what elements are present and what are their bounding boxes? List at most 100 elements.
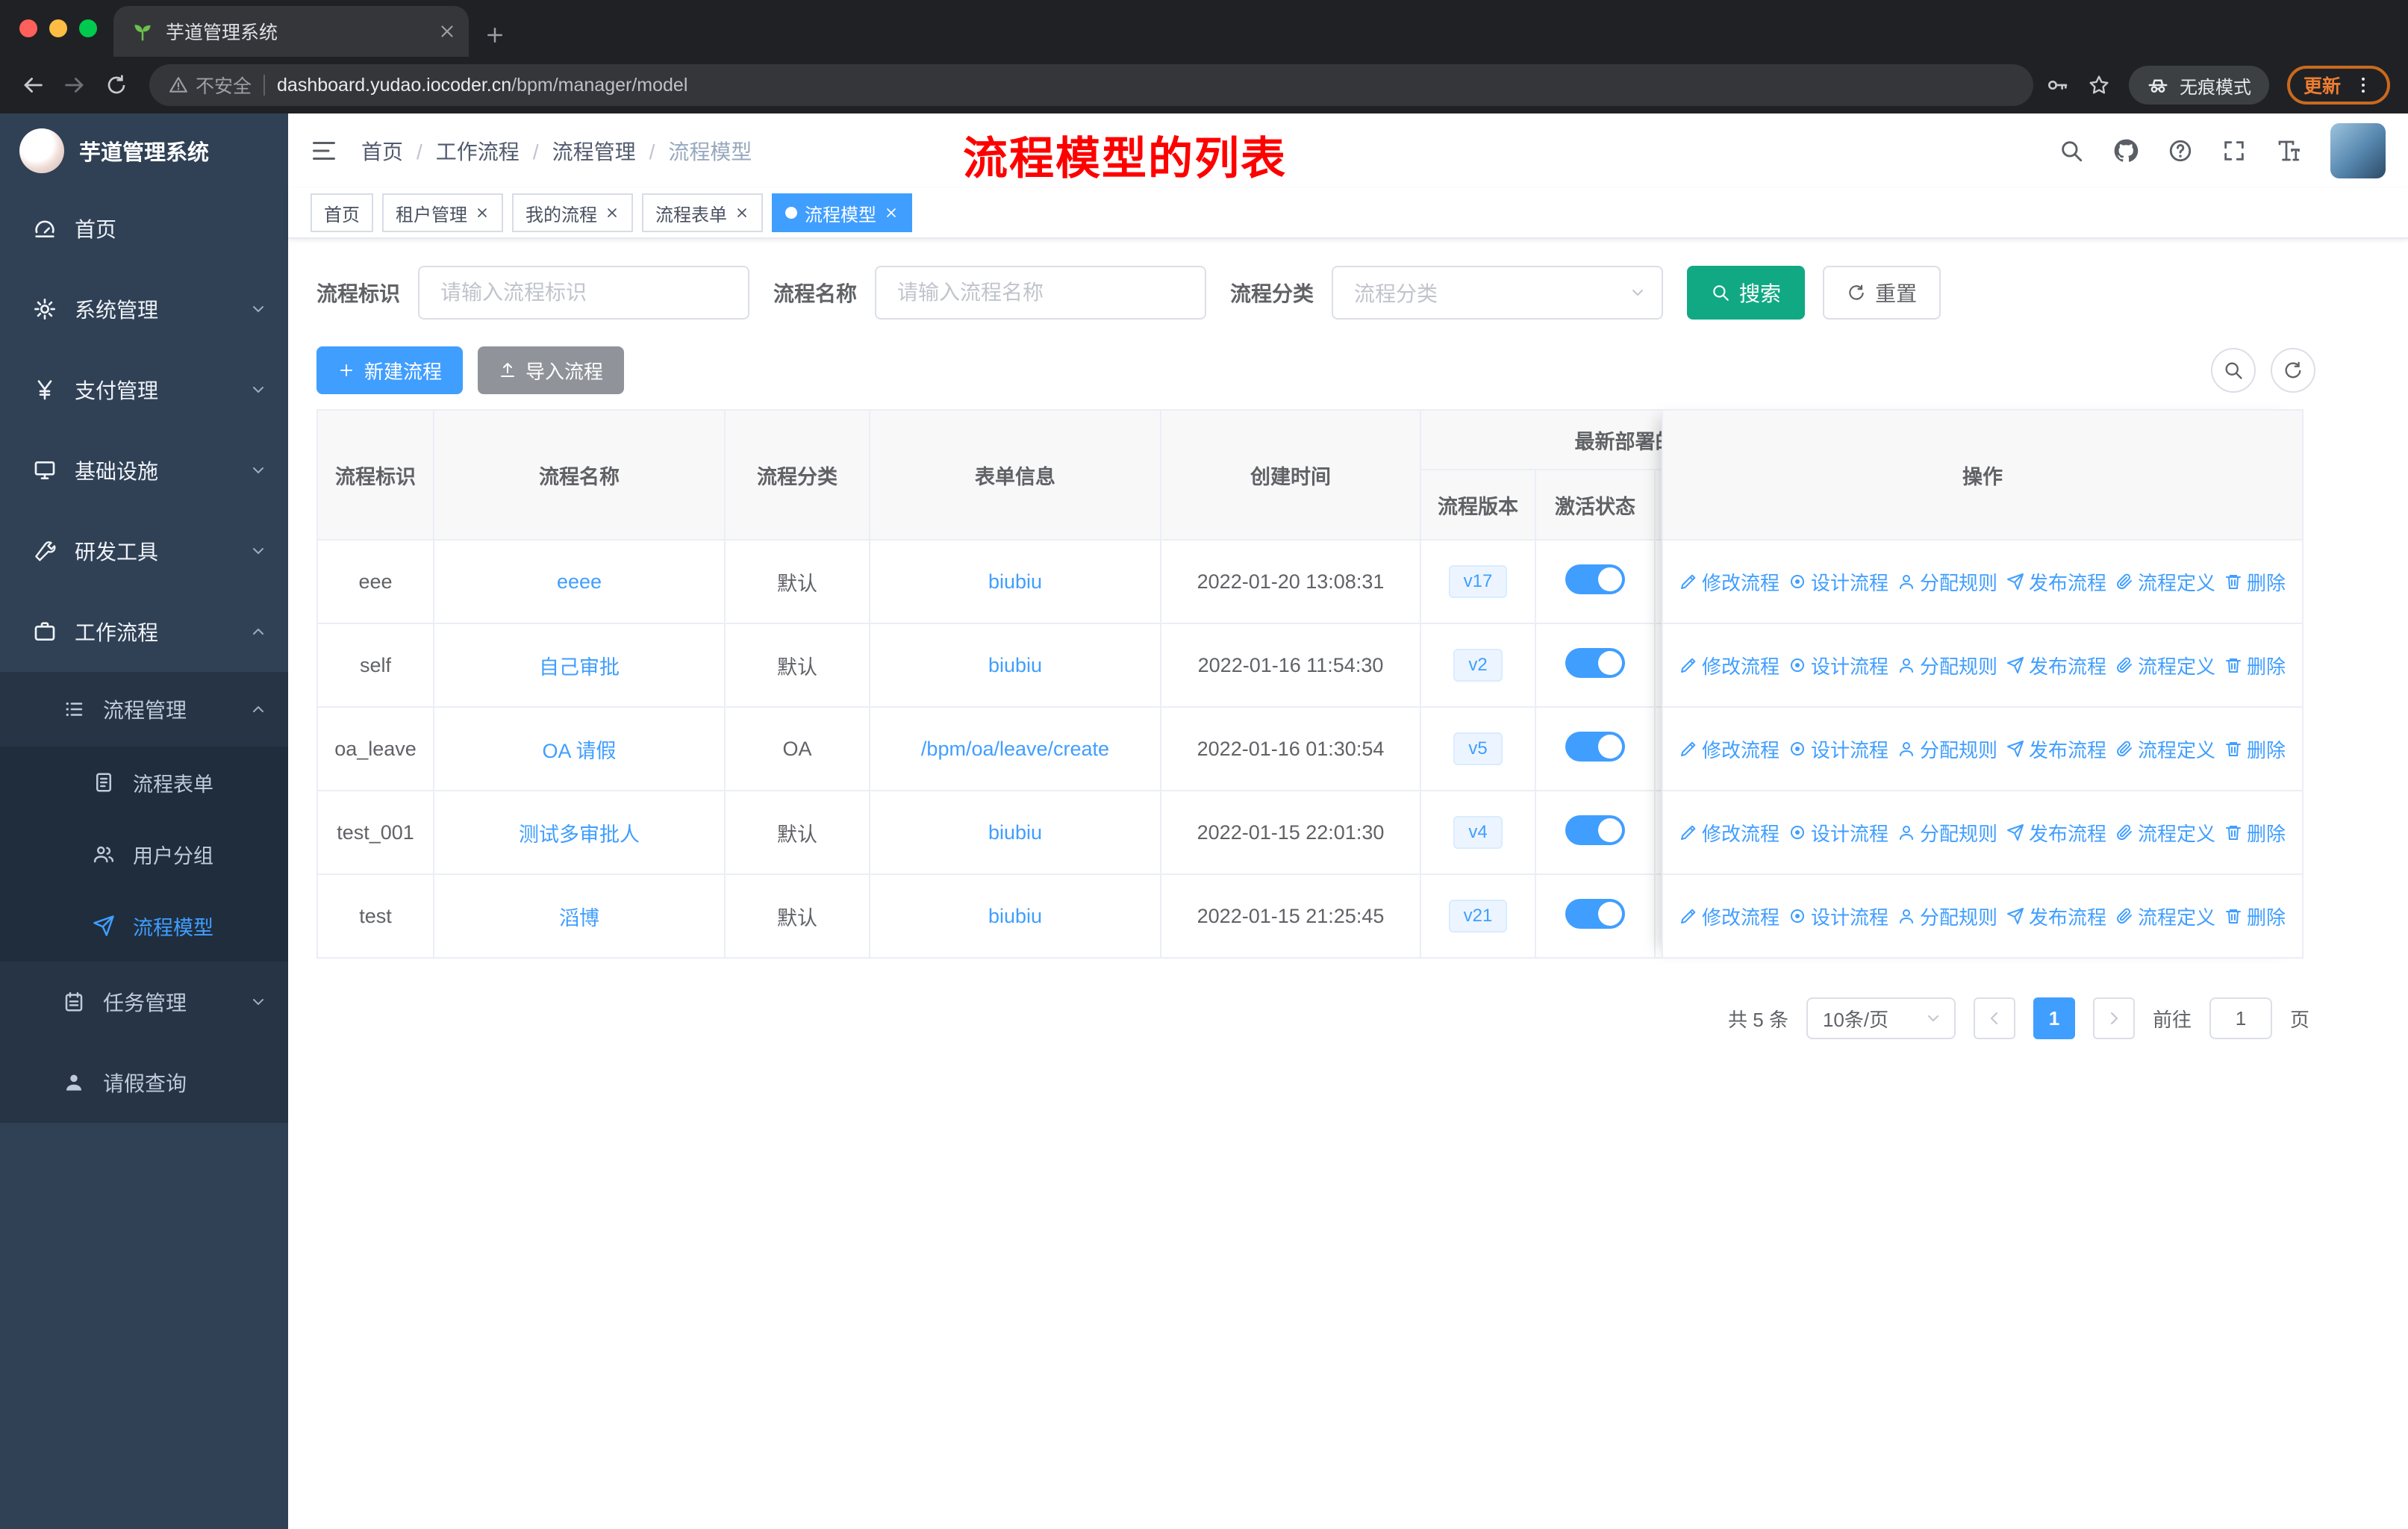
search-button[interactable]: 搜索 [1687,266,1806,320]
tag-close-icon[interactable] [734,205,749,220]
delete-flow-link[interactable]: 删除 [2224,819,2286,847]
publish-flow-link[interactable]: 发布流程 [2006,735,2106,763]
design-flow-link[interactable]: 设计流程 [1788,903,1888,930]
goto-page-input[interactable] [2209,997,2272,1039]
delete-flow-link[interactable]: 删除 [2224,652,2286,679]
flow-name-input[interactable] [875,266,1207,320]
sidebar-item-system[interactable]: 系统管理 [0,269,288,349]
assign-rule-link[interactable]: 分配规则 [1897,819,1997,847]
form-info-link[interactable]: biubiu [988,570,1042,593]
back-button[interactable] [12,64,54,106]
zoom-window-button[interactable] [79,19,97,37]
create-flow-button[interactable]: 新建流程 [316,346,464,394]
refresh-table-button[interactable] [2271,348,2315,393]
user-avatar[interactable] [2330,123,2386,178]
update-chip[interactable]: 更新 [2286,66,2390,105]
sidebar-item-process-form[interactable]: 流程表单 [0,747,288,818]
sidebar-item-process-management[interactable]: 流程管理 [0,672,288,747]
search-icon[interactable] [2059,138,2084,164]
flow-definition-link[interactable]: 流程定义 [2115,819,2215,847]
close-window-button[interactable] [19,19,37,37]
tag-home[interactable]: 首页 [311,193,373,232]
tag-tenant[interactable]: 租户管理 [382,193,503,232]
toggle-search-button[interactable] [2211,348,2256,393]
design-flow-link[interactable]: 设计流程 [1788,652,1888,679]
delete-flow-link[interactable]: 删除 [2224,735,2286,763]
active-toggle[interactable] [1565,647,1625,678]
tag-process-model[interactable]: 流程模型 [772,193,912,232]
prev-page-button[interactable] [1973,997,2015,1039]
form-info-link[interactable]: /bpm/oa/leave/create [921,738,1109,760]
sidebar-item-devtools[interactable]: 研发工具 [0,511,288,591]
app-logo[interactable]: 芋道管理系统 [0,113,288,188]
import-flow-button[interactable]: 导入流程 [478,346,625,394]
form-info-link[interactable]: biubiu [988,905,1042,927]
tag-close-icon[interactable] [605,205,620,220]
reload-button[interactable] [96,64,137,106]
minimize-window-button[interactable] [49,19,67,37]
new-tab-button[interactable] [484,24,506,46]
forward-button[interactable] [54,64,96,106]
form-info-link[interactable]: biubiu [988,654,1042,676]
active-toggle[interactable] [1565,564,1625,594]
flow-definition-link[interactable]: 流程定义 [2115,568,2215,596]
edit-flow-link[interactable]: 修改流程 [1679,652,1780,679]
reset-button[interactable]: 重置 [1823,266,1941,320]
flow-definition-link[interactable]: 流程定义 [2115,735,2215,763]
edit-flow-link[interactable]: 修改流程 [1679,903,1780,930]
model-name-link[interactable]: 滔博 [559,907,599,929]
page-size-select[interactable]: 10条/页 [1806,997,1956,1039]
assign-rule-link[interactable]: 分配规则 [1897,903,1997,930]
tag-process-form[interactable]: 流程表单 [642,193,763,232]
assign-rule-link[interactable]: 分配规则 [1897,652,1997,679]
flow-definition-link[interactable]: 流程定义 [2115,903,2215,930]
active-toggle[interactable] [1565,731,1625,762]
breadcrumb-item[interactable]: 首页 [361,136,436,166]
next-page-button[interactable] [2092,997,2135,1039]
publish-flow-link[interactable]: 发布流程 [2006,568,2106,596]
publish-flow-link[interactable]: 发布流程 [2006,903,2106,930]
sidebar-item-user-group[interactable]: 用户分组 [0,818,288,890]
publish-flow-link[interactable]: 发布流程 [2006,652,2106,679]
flow-category-select[interactable]: 流程分类 [1332,266,1664,320]
model-name-link[interactable]: eeee [557,570,602,593]
edit-flow-link[interactable]: 修改流程 [1679,819,1780,847]
sidebar-item-payment[interactable]: 支付管理 [0,349,288,430]
sidebar-item-workflow[interactable]: 工作流程 [0,591,288,672]
breadcrumb-item[interactable]: 工作流程 [436,136,552,166]
font-size-icon[interactable] [2275,137,2302,164]
delete-flow-link[interactable]: 删除 [2224,568,2286,596]
assign-rule-link[interactable]: 分配规则 [1897,568,1997,596]
password-key-icon[interactable] [2045,73,2069,97]
active-toggle[interactable] [1565,815,1625,845]
model-name-link[interactable]: 自己审批 [539,656,620,679]
bookmark-star-icon[interactable] [2087,73,2111,97]
help-icon[interactable] [2168,138,2193,164]
delete-flow-link[interactable]: 删除 [2224,903,2286,930]
sidebar-item-task-management[interactable]: 任务管理 [0,962,288,1042]
design-flow-link[interactable]: 设计流程 [1788,568,1888,596]
model-name-link[interactable]: OA 请假 [542,740,616,762]
design-flow-link[interactable]: 设计流程 [1788,735,1888,763]
sidebar-item-process-model[interactable]: 流程模型 [0,890,288,962]
tag-my-process[interactable]: 我的流程 [512,193,633,232]
edit-flow-link[interactable]: 修改流程 [1679,735,1780,763]
fullscreen-icon[interactable] [2221,138,2247,164]
active-toggle[interactable] [1565,898,1625,929]
form-info-link[interactable]: biubiu [988,821,1042,844]
browser-tab[interactable]: 芋道管理系统 [113,6,469,57]
sidebar-item-home[interactable]: 首页 [0,188,288,269]
assign-rule-link[interactable]: 分配规则 [1897,735,1997,763]
github-icon[interactable] [2112,137,2139,164]
flow-definition-link[interactable]: 流程定义 [2115,652,2215,679]
browser-menu-icon[interactable] [2353,75,2374,96]
design-flow-link[interactable]: 设计流程 [1788,819,1888,847]
model-name-link[interactable]: 测试多审批人 [519,823,640,846]
security-status[interactable]: 不安全 [169,72,252,99]
edit-flow-link[interactable]: 修改流程 [1679,568,1780,596]
current-page-button[interactable]: 1 [2033,997,2075,1039]
tag-close-icon[interactable] [884,205,899,220]
flow-id-input[interactable] [418,266,750,320]
tab-close-icon[interactable] [437,22,457,41]
address-bar[interactable]: 不安全 dashboard.yudao.iocoder.cn/bpm/manag… [149,64,2033,106]
